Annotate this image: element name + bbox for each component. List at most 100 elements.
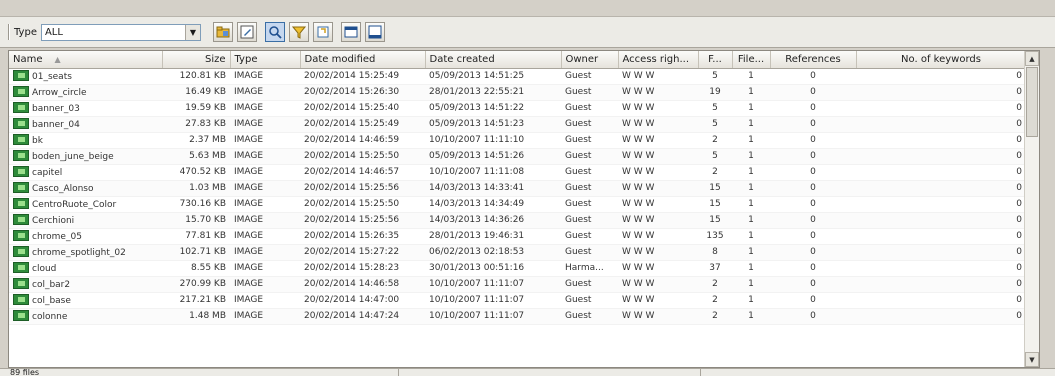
scrollbar-thumb[interactable] — [1026, 67, 1038, 137]
table-row[interactable]: 01_seats 120.81 KB IMAGE 20/02/2014 15:25:4… — [9, 68, 1039, 85]
cell-name: chrome_05 — [9, 228, 162, 245]
scroll-down-icon[interactable]: ▼ — [1025, 352, 1039, 367]
filter-button[interactable] — [288, 22, 309, 42]
vertical-scrollbar[interactable]: ▲ ▼ — [1024, 51, 1039, 367]
cell-type: IMAGE — [230, 196, 300, 213]
cell-references: 0 — [770, 260, 856, 277]
scroll-up-icon[interactable]: ▲ — [1025, 51, 1039, 66]
image-file-icon — [13, 310, 29, 321]
cell-name: bk — [9, 132, 162, 149]
column-header-access-rights[interactable]: Access righ... — [618, 51, 699, 69]
edit-button[interactable] — [236, 22, 257, 42]
window-button[interactable] — [340, 22, 361, 42]
file-name: boden_june_beige — [32, 152, 114, 162]
cell-file: 1 — [732, 276, 770, 293]
cell-type: IMAGE — [230, 228, 300, 245]
cell-size: 270.99 KB — [162, 276, 230, 293]
cell-file: 1 — [732, 100, 770, 117]
cell-f: 5 — [698, 100, 732, 117]
table-row[interactable]: chrome_spotlight_02 102.71 KB IMAGE 20/02/2… — [9, 244, 1039, 261]
cell-date-created: 14/03/2013 14:36:26 — [425, 212, 561, 229]
cell-date-created: 10/10/2007 11:11:07 — [425, 292, 561, 309]
toolbar-grip[interactable] — [8, 24, 10, 40]
cell-access-rights: W W W — [618, 132, 698, 149]
column-header-f[interactable]: F... — [698, 51, 733, 69]
table-row[interactable]: CentroRuote_Color 730.16 KB IMAGE 20/02/201… — [9, 196, 1039, 213]
cell-size: 217.21 KB — [162, 292, 230, 309]
table-row[interactable]: cloud 8.55 KB IMAGE 20/02/2014 15:28:23 30/0… — [9, 260, 1039, 277]
file-name: Cerchioni — [32, 216, 75, 226]
column-header-name[interactable]: Name ▲ — [9, 51, 163, 69]
column-header-date-modified[interactable]: Date modified — [300, 51, 426, 69]
cell-f: 19 — [698, 84, 732, 101]
cell-date-created: 05/09/2013 14:51:22 — [425, 100, 561, 117]
cell-date-modified: 20/02/2014 14:46:58 — [300, 276, 425, 293]
cell-size: 16.49 KB — [162, 84, 230, 101]
cell-size: 19.59 KB — [162, 100, 230, 117]
maximize-button[interactable] — [364, 22, 385, 42]
table-row[interactable]: boden_june_beige 5.63 MB IMAGE 20/02/2014 1… — [9, 148, 1039, 165]
table-row[interactable]: banner_04 27.83 KB IMAGE 20/02/2014 15:25:4… — [9, 116, 1039, 133]
file-name: Casco_Alonso — [32, 184, 94, 194]
cell-name: CentroRuote_Color — [9, 196, 162, 213]
table-row[interactable]: Casco_Alonso 1.03 MB IMAGE 20/02/2014 15:25… — [9, 180, 1039, 197]
type-select[interactable]: ALL ▼ — [40, 23, 201, 41]
cell-keywords: 0 — [856, 276, 1026, 293]
cell-size: 77.81 KB — [162, 228, 230, 245]
cell-access-rights: W W W — [618, 180, 698, 197]
chevron-down-icon[interactable]: ▼ — [184, 24, 200, 40]
cell-date-modified: 20/02/2014 15:25:56 — [300, 180, 425, 197]
cell-date-created: 10/10/2007 11:11:07 — [425, 276, 561, 293]
table-row[interactable]: bk 2.37 MB IMAGE 20/02/2014 14:46:59 10/10/2… — [9, 132, 1039, 149]
file-name: 01_seats — [32, 72, 72, 82]
cell-owner: Guest — [561, 228, 618, 245]
column-header-type[interactable]: Type — [230, 51, 301, 69]
column-header-owner[interactable]: Owner — [561, 51, 619, 69]
table-row[interactable]: colonne 1.48 MB IMAGE 20/02/2014 14:47:24 10… — [9, 308, 1039, 325]
cell-keywords: 0 — [856, 244, 1026, 261]
cell-type: IMAGE — [230, 148, 300, 165]
open-folder-button[interactable] — [212, 22, 233, 42]
column-header-size[interactable]: Size — [162, 51, 231, 69]
cell-date-created: 10/10/2007 11:11:07 — [425, 308, 561, 325]
cell-references: 0 — [770, 100, 856, 117]
table-row[interactable]: chrome_05 77.81 KB IMAGE 20/02/2014 15:26:3… — [9, 228, 1039, 245]
cell-type: IMAGE — [230, 212, 300, 229]
table-row[interactable]: Arrow_circle 16.49 KB IMAGE 20/02/2014 15:2… — [9, 84, 1039, 101]
image-file-icon — [13, 86, 29, 97]
table-row[interactable]: Cerchioni 15.70 KB IMAGE 20/02/2014 15:25:5… — [9, 212, 1039, 229]
table-row[interactable]: banner_03 19.59 KB IMAGE 20/02/2014 15:25:4… — [9, 100, 1039, 117]
cell-access-rights: W W W — [618, 212, 698, 229]
cell-owner: Guest — [561, 68, 618, 85]
cell-references: 0 — [770, 116, 856, 133]
cell-name: banner_03 — [9, 100, 162, 117]
cell-owner: Harma... — [561, 260, 618, 277]
cell-name: Casco_Alonso — [9, 180, 162, 197]
cell-date-created: 14/03/2013 14:33:41 — [425, 180, 561, 197]
cell-name: Arrow_circle — [9, 84, 162, 101]
cell-access-rights: W W W — [618, 100, 698, 117]
cell-f: 135 — [698, 228, 732, 245]
table-row[interactable]: col_bar2 270.99 KB IMAGE 20/02/2014 14:46:5… — [9, 276, 1039, 293]
tag-icon — [317, 26, 329, 38]
table-row[interactable]: capitel 470.52 KB IMAGE 20/02/2014 14:46:57… — [9, 164, 1039, 181]
image-file-icon — [13, 230, 29, 241]
cell-file: 1 — [732, 196, 770, 213]
cell-access-rights: W W W — [618, 68, 698, 85]
cell-date-modified: 20/02/2014 15:26:30 — [300, 84, 425, 101]
cell-size: 5.63 MB — [162, 148, 230, 165]
column-header-file[interactable]: File... — [732, 51, 771, 69]
toolbar: Type ALL ▼ — [0, 17, 1055, 48]
cell-name: capitel — [9, 164, 162, 181]
cell-size: 1.03 MB — [162, 180, 230, 197]
cell-f: 37 — [698, 260, 732, 277]
search-button[interactable] — [264, 22, 285, 42]
table-row[interactable]: col_base 217.21 KB IMAGE 20/02/2014 14:47:0… — [9, 292, 1039, 309]
tag-button[interactable] — [312, 22, 333, 42]
column-header-keywords[interactable]: No. of keywords — [856, 51, 1027, 69]
cell-references: 0 — [770, 196, 856, 213]
column-header-date-created[interactable]: Date created — [425, 51, 562, 69]
cell-owner: Guest — [561, 180, 618, 197]
cell-file: 1 — [732, 228, 770, 245]
column-header-references[interactable]: References — [770, 51, 857, 69]
